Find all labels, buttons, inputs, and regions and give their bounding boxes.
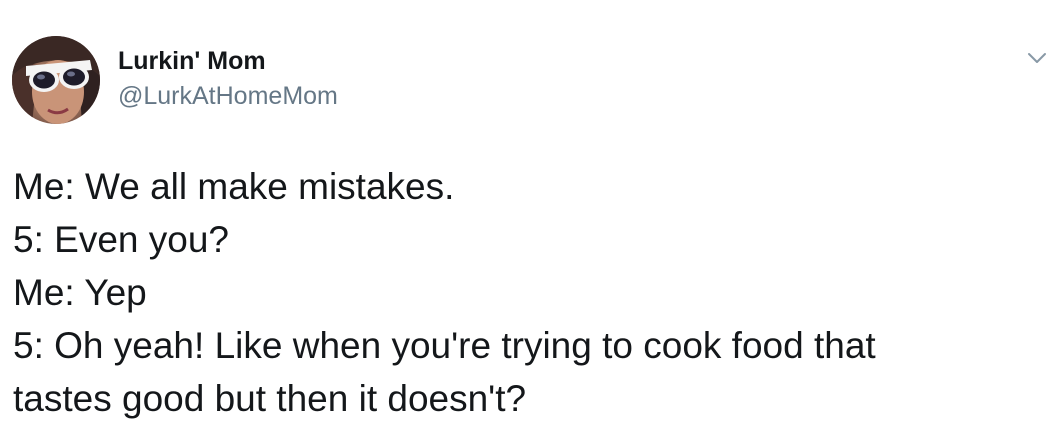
profile-photo-icon (12, 36, 100, 124)
chevron-down-icon (1028, 53, 1046, 63)
username[interactable]: @LurkAtHomeMom (118, 82, 338, 111)
tweet-text: Me: We all make mistakes. 5: Even you? M… (13, 160, 1053, 425)
tweet-card: Lurkin' Mom @LurkAtHomeMom Me: We all ma… (0, 0, 1062, 438)
avatar[interactable] (12, 36, 100, 124)
tweet-line: 5: Even you? (13, 219, 229, 260)
display-name[interactable]: Lurkin' Mom (118, 47, 266, 76)
tweet-line: tastes good but then it doesn't? (13, 378, 527, 419)
tweet-line: Me: We all make mistakes. (13, 166, 455, 207)
tweet-line: 5: Oh yeah! Like when you're trying to c… (13, 325, 876, 366)
tweet-line: Me: Yep (13, 272, 147, 313)
tweet-menu-button[interactable] (1026, 50, 1048, 66)
